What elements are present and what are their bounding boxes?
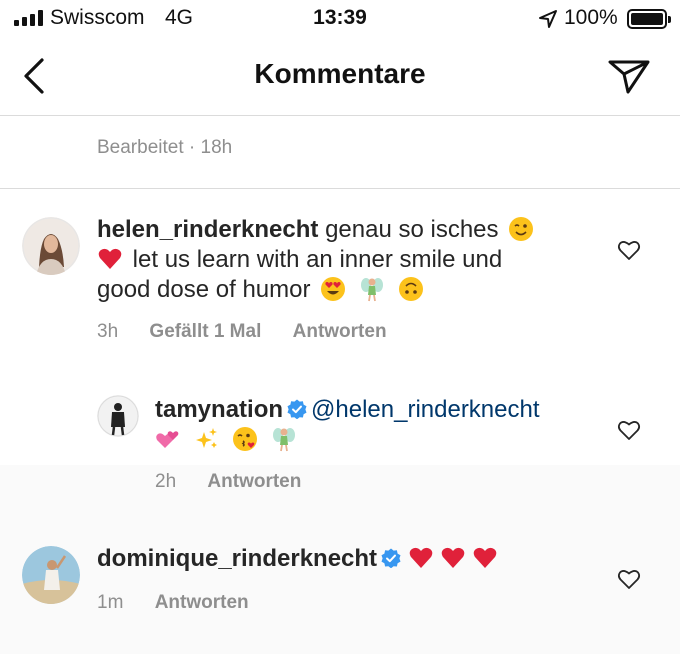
navigation-header: Kommentare	[0, 40, 680, 116]
battery-percentage: 100%	[564, 6, 618, 29]
page-title: Kommentare	[254, 58, 426, 89]
comment-helen: helen_rinderknecht genau so isches let u…	[0, 190, 680, 370]
red-heart-emoji-icon	[441, 547, 465, 568]
caption-meta: Bearbeitet · 18h	[0, 117, 680, 189]
comment-body-line-3: good dose of humor	[97, 276, 311, 303]
status-bar: Swisscom 4G 13:39 100%	[0, 0, 680, 38]
comment-text: helen_rinderknecht genau so isches let u…	[97, 215, 597, 305]
comment-tamynation: tamynation @helen_rinderknecht 2h Antwor…	[0, 385, 680, 495]
comment-mention-link[interactable]: @helen_rinderknecht	[311, 396, 540, 423]
verified-badge-icon	[287, 399, 307, 419]
like-heart-icon[interactable]	[617, 239, 641, 261]
comment-username[interactable]: tamynation	[155, 396, 283, 423]
reply-button[interactable]: Antworten	[207, 471, 301, 492]
red-heart-emoji-icon	[409, 547, 433, 568]
avatar[interactable]	[22, 546, 80, 604]
reply-button[interactable]: Antworten	[293, 321, 387, 342]
edited-timestamp: Bearbeitet · 18h	[97, 137, 233, 158]
comment-time: 1m	[97, 592, 124, 613]
avatar[interactable]	[22, 217, 80, 275]
two-hearts-emoji-icon	[156, 431, 179, 448]
avatar[interactable]	[97, 395, 139, 437]
location-arrow-icon	[539, 10, 557, 28]
comment-body-line-2: let us learn with an inner smile und	[132, 246, 503, 273]
reply-button[interactable]: Antworten	[155, 592, 249, 613]
winking-face-emoji-icon	[509, 217, 534, 241]
like-heart-icon[interactable]	[617, 419, 641, 441]
comment-text: tamynation @helen_rinderknecht	[155, 395, 595, 455]
face-blowing-kiss-emoji-icon	[233, 427, 258, 451]
fairy-emoji-icon	[360, 278, 383, 302]
comment-body-line-1: genau so isches	[325, 216, 499, 243]
comment-username[interactable]: dominique_rinderknecht	[97, 545, 377, 572]
comment-meta: 2h Antworten	[155, 471, 327, 493]
battery-icon	[627, 9, 671, 29]
comment-text: dominique_rinderknecht	[97, 544, 597, 574]
fairy-emoji-icon	[273, 428, 296, 452]
comment-username[interactable]: helen_rinderknecht	[97, 216, 318, 243]
comment-time: 3h	[97, 321, 119, 342]
sparkles-emoji-icon	[195, 428, 217, 448]
red-heart-emoji-icon	[98, 248, 122, 269]
send-paper-plane-icon[interactable]	[606, 56, 652, 96]
heart-eyes-emoji-icon	[321, 277, 346, 301]
upside-down-face-emoji-icon	[398, 277, 423, 301]
comment-dominique: dominique_rinderknecht 1m Antworten	[0, 530, 680, 640]
like-heart-icon[interactable]	[617, 568, 641, 590]
red-heart-emoji-icon	[473, 547, 497, 568]
likes-count-link[interactable]: Gefällt 1 Mal	[149, 321, 261, 342]
comment-meta: 3h Gefällt 1 Mal Antworten	[97, 321, 413, 343]
comment-meta: 1m Antworten	[97, 592, 275, 614]
comment-time: 2h	[155, 471, 177, 492]
verified-badge-icon	[381, 548, 401, 568]
